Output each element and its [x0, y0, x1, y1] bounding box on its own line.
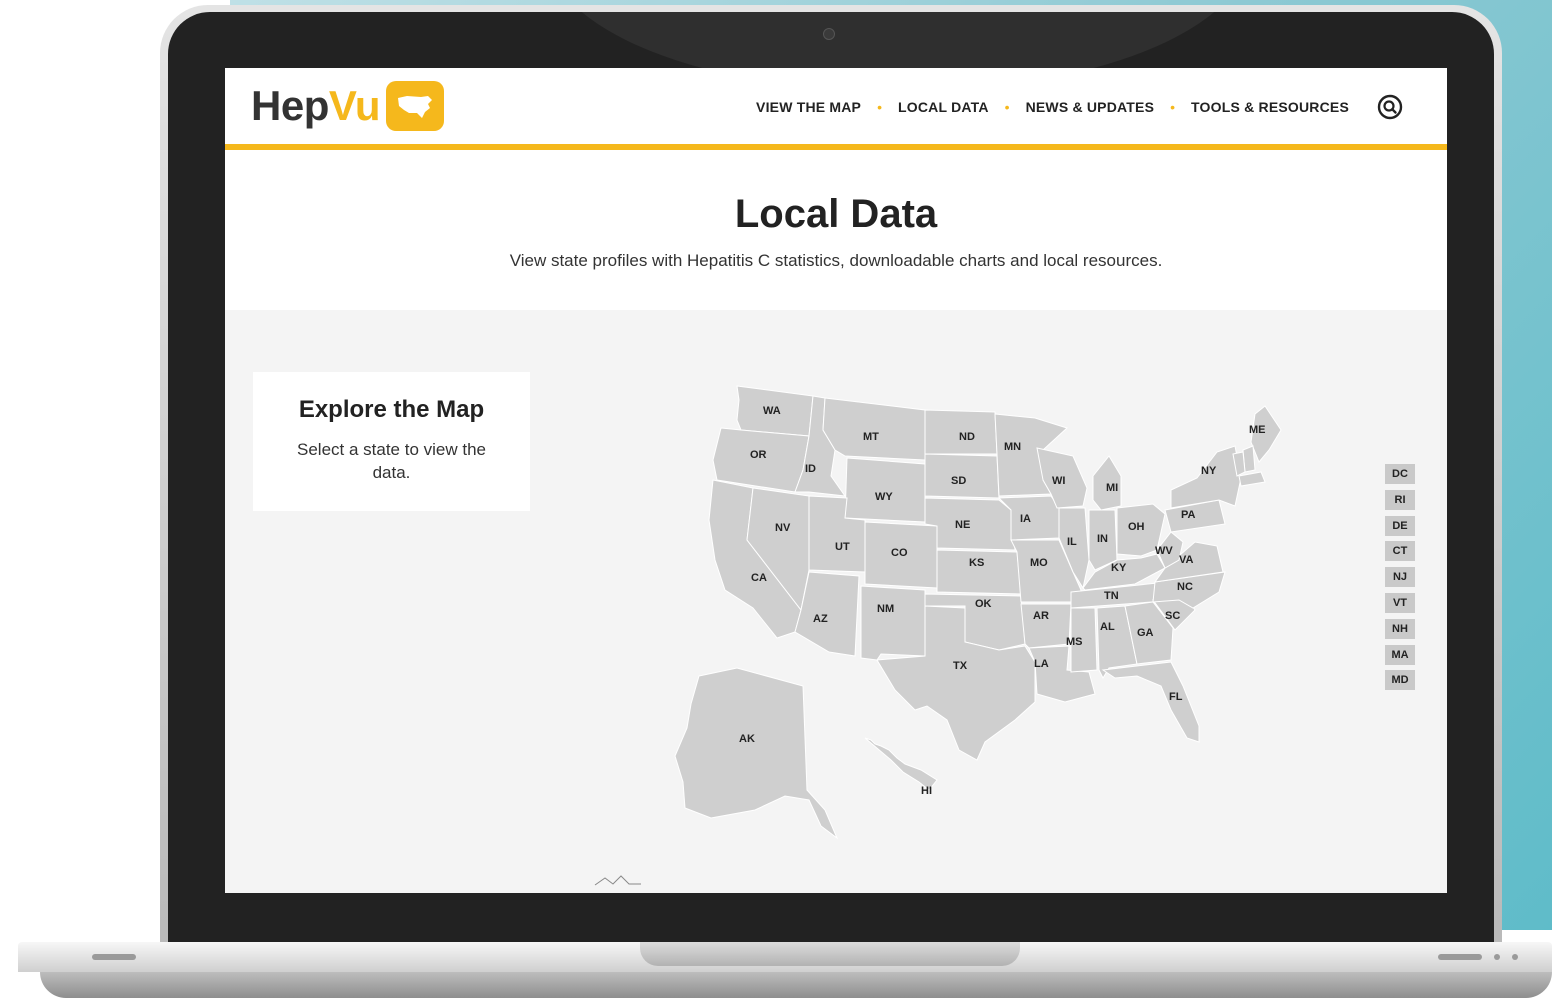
state-label-ok[interactable]: OK	[975, 598, 992, 610]
state-label-sc[interactable]: SC	[1165, 610, 1180, 622]
state-label-co[interactable]: CO	[891, 547, 908, 559]
state-label-hi[interactable]: HI	[921, 785, 932, 797]
state-label-pa[interactable]: PA	[1181, 509, 1196, 521]
state-label-nm[interactable]: NM	[877, 603, 894, 615]
state-label-mt[interactable]: MT	[863, 431, 879, 443]
port-right	[1438, 954, 1482, 960]
state-label-wi[interactable]: WI	[1052, 475, 1065, 487]
us-map-logo-icon	[385, 81, 444, 131]
nav-separator: •	[877, 99, 883, 115]
state-label-me[interactable]: ME	[1249, 424, 1266, 436]
small-state-dc[interactable]: DC	[1385, 464, 1415, 484]
state-label-or[interactable]: OR	[750, 449, 767, 461]
nav-tools-resources[interactable]: TOOLS & RESOURCES	[1191, 99, 1349, 115]
state-label-la[interactable]: LA	[1034, 658, 1049, 670]
state-label-ny[interactable]: NY	[1201, 465, 1217, 477]
nav-local-data[interactable]: LOCAL DATA	[898, 99, 989, 115]
state-hi[interactable]	[864, 737, 938, 791]
state-ny[interactable]	[1170, 445, 1242, 509]
state-nm[interactable]	[860, 585, 926, 661]
state-ma[interactable]	[1238, 471, 1266, 487]
state-label-sd[interactable]: SD	[951, 475, 966, 487]
state-ak[interactable]	[674, 667, 839, 840]
small-state-ri[interactable]: RI	[1385, 489, 1415, 510]
state-label-nd[interactable]: ND	[959, 431, 975, 443]
state-label-mi[interactable]: MI	[1106, 482, 1118, 494]
small-state-md[interactable]: MD	[1385, 670, 1415, 691]
state-label-ms[interactable]: MS	[1066, 636, 1083, 648]
main-nav: VIEW THE MAP • LOCAL DATA • NEWS & UPDAT…	[756, 94, 1403, 120]
laptop-hinge	[640, 942, 1020, 966]
small-state-de[interactable]: DE	[1385, 515, 1415, 536]
state-label-nc[interactable]: NC	[1177, 581, 1193, 593]
camera-icon	[823, 28, 835, 40]
nav-news-updates[interactable]: NEWS & UPDATES	[1026, 99, 1155, 115]
status-led	[1512, 954, 1518, 960]
state-fl[interactable]	[1101, 661, 1200, 743]
nav-separator: •	[1004, 99, 1010, 115]
small-state-ma[interactable]: MA	[1385, 644, 1415, 665]
state-label-wa[interactable]: WA	[763, 405, 781, 417]
state-label-ak[interactable]: AK	[739, 733, 755, 745]
state-label-fl[interactable]: FL	[1169, 691, 1183, 703]
map-section: Explore the Map Select a state to view t…	[225, 310, 1447, 893]
state-label-id[interactable]: ID	[805, 463, 816, 475]
small-state-ct[interactable]: CT	[1385, 541, 1415, 562]
state-label-al[interactable]: AL	[1100, 621, 1115, 633]
state-label-wy[interactable]: WY	[875, 491, 893, 503]
small-state-nj[interactable]: NJ	[1385, 567, 1415, 588]
port-left	[92, 954, 136, 960]
state-label-tx[interactable]: TX	[953, 660, 968, 672]
state-label-in[interactable]: IN	[1097, 533, 1108, 545]
search-icon[interactable]	[1377, 94, 1403, 120]
state-label-nv[interactable]: NV	[775, 522, 791, 534]
state-label-tn[interactable]: TN	[1104, 590, 1119, 602]
small-state-vt[interactable]: VT	[1385, 592, 1415, 613]
state-label-wv[interactable]: WV	[1155, 545, 1173, 557]
us-map: WA OR CA ID NV MT WY UT AZ CO NM ND SD N…	[594, 385, 1282, 886]
state-label-ga[interactable]: GA	[1137, 627, 1154, 639]
state-label-ar[interactable]: AR	[1033, 610, 1049, 622]
hero-section: Local Data View state profiles with Hepa…	[225, 150, 1447, 310]
state-label-il[interactable]: IL	[1067, 536, 1077, 548]
state-label-va[interactable]: VA	[1179, 554, 1194, 566]
state-wy[interactable]	[844, 457, 926, 523]
state-label-mn[interactable]: MN	[1004, 441, 1021, 453]
small-states-list: DC RI DE CT NJ VT NH MA MD	[1385, 464, 1415, 696]
screen: HepVu VIEW THE MAP • LOCAL DATA • NEWS &…	[225, 68, 1447, 893]
state-label-ks[interactable]: KS	[969, 557, 984, 569]
state-label-ky[interactable]: KY	[1111, 562, 1127, 574]
state-label-oh[interactable]: OH	[1128, 521, 1145, 533]
page-title: Local Data	[734, 192, 938, 236]
nav-view-the-map[interactable]: VIEW THE MAP	[756, 99, 861, 115]
site-header: HepVu VIEW THE MAP • LOCAL DATA • NEWS &…	[225, 68, 1447, 150]
state-label-ca[interactable]: CA	[751, 572, 767, 584]
state-label-ne[interactable]: NE	[955, 519, 970, 531]
state-label-mo[interactable]: MO	[1030, 557, 1048, 569]
state-mt[interactable]	[822, 397, 926, 461]
map-scale-decoration	[594, 875, 641, 886]
small-state-nh[interactable]: NH	[1385, 618, 1415, 639]
hepvu-logo[interactable]: HepVu	[251, 78, 444, 134]
state-label-az[interactable]: AZ	[813, 613, 828, 625]
page-subtitle: View state profiles with Hepatitis C sta…	[509, 251, 1163, 270]
nav-separator: •	[1170, 99, 1176, 115]
laptop-base-lip	[40, 972, 1552, 998]
state-label-ut[interactable]: UT	[835, 541, 850, 553]
status-led	[1494, 954, 1500, 960]
state-label-ia[interactable]: IA	[1020, 513, 1031, 525]
logo-text: HepVu	[251, 82, 380, 129]
